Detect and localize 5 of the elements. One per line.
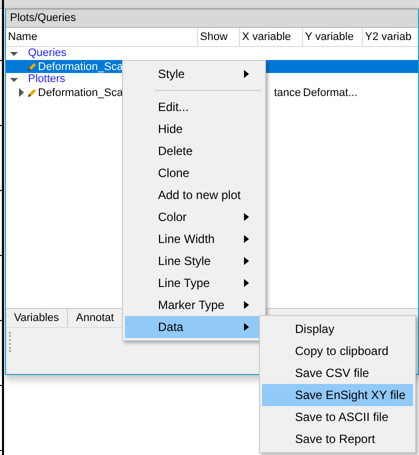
table-cell: Deformat... <box>303 86 358 98</box>
panel-title: Plots/Queries <box>6 9 418 28</box>
item-name: Deformation_Sca <box>38 86 123 98</box>
table-cell: tance <box>274 86 301 98</box>
item-name: Deformation_Sca <box>38 60 123 72</box>
